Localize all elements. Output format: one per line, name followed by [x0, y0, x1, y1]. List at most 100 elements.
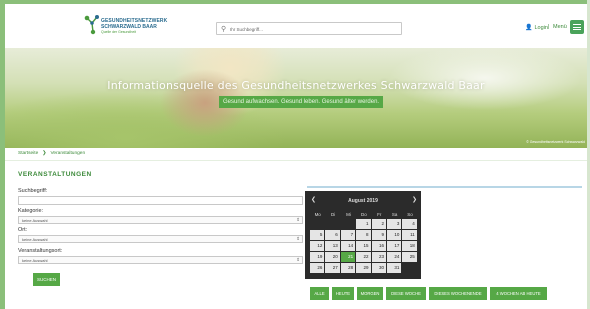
network-logo-icon: [84, 15, 99, 35]
hero-banner: Informationsquelle des Gesundheitsnetzwe…: [5, 48, 587, 148]
search-term-label: Suchbegriff:: [18, 188, 48, 194]
login-link[interactable]: 👤 Login: [525, 24, 548, 31]
filter-button-4-wochen-ab-heute[interactable]: 4 WOCHEN AB HEUTE: [490, 287, 547, 300]
calendar-day[interactable]: 21: [340, 252, 356, 262]
category-label: Kategorie:: [18, 208, 44, 214]
calendar-day[interactable]: 17: [386, 241, 402, 251]
breadcrumb-home[interactable]: Startseite: [18, 151, 38, 156]
calendar-day[interactable]: 9: [371, 230, 386, 240]
calendar-week-row: 26 27 28 29 30 31: [310, 263, 418, 274]
breadcrumb-current[interactable]: Veranstaltungen: [50, 151, 85, 156]
image-credit: © Gesundheitsnetzwerk Schwarzwald: [526, 140, 585, 144]
site-search: ⚲: [216, 22, 402, 35]
calendar-day[interactable]: 10: [386, 230, 402, 240]
event-calendar: ❮ August 2019 ❯ Mo Di Mi Do Fr Sa So 123456789…: [305, 191, 421, 279]
calendar-day[interactable]: 24: [386, 252, 402, 262]
calendar-day[interactable]: 6: [325, 230, 340, 240]
filter-button-morgen[interactable]: MORGEN: [357, 287, 383, 300]
calendar-day[interactable]: 26: [310, 263, 325, 273]
calendar-day[interactable]: 19: [310, 252, 325, 262]
logo-tagline: Quelle der Gesundheit: [101, 30, 137, 34]
calendar-week-row: 12 13 14 15 16 17 18: [310, 241, 418, 252]
calendar-day[interactable]: 28: [340, 263, 356, 273]
filter-button-dieses-wochenende[interactable]: DIESES WOCHENENDE: [429, 287, 487, 300]
weekday-label: So: [407, 212, 413, 217]
calendar-accent-bar: [307, 186, 582, 188]
divider: [5, 160, 587, 161]
venue-label: Veranstaltungsort:: [18, 248, 63, 254]
filter-button-diese-woche[interactable]: DIESE WOCHE: [386, 287, 426, 300]
calendar-empty-cell: [341, 219, 355, 229]
calendar-month-title: August 2019: [348, 198, 378, 204]
login-label: Login: [534, 25, 548, 31]
site-header: GESUNDHEITSNETZWERK SCHWARZWALD BAAR Que…: [5, 4, 587, 48]
hamburger-bar: [573, 29, 581, 31]
calendar-day[interactable]: 22: [356, 252, 371, 262]
calendar-day[interactable]: 12: [310, 241, 325, 251]
calendar-day[interactable]: 31: [386, 263, 402, 273]
hero-title: Informationsquelle des Gesundheitsnetzwe…: [107, 79, 485, 92]
select-arrows-icon: ⇕: [296, 217, 300, 222]
calendar-grid: Mo Di Mi Do Fr Sa So 1 2 3 4 5 6 7 8 9 10 11 12 13 14 15 16 17…: [310, 210, 418, 274]
calendar-week-row: 19 20 21 22 23 24 25: [310, 252, 418, 263]
place-select-value: keine Auswahl: [22, 237, 48, 242]
calendar-day[interactable]: 5: [310, 230, 325, 240]
calendar-day[interactable]: 14: [340, 241, 356, 251]
calendar-day[interactable]: 1: [356, 219, 371, 229]
category-select[interactable]: keine Auswahl ⇕: [18, 216, 303, 224]
calendar-empty-cell: [310, 219, 324, 229]
calendar-week-row: 5 6 7 8 9 10 11: [310, 230, 418, 241]
header-separator: |: [548, 24, 550, 30]
calendar-day[interactable]: 15: [356, 241, 371, 251]
calendar-empty-cell: [402, 263, 416, 273]
breadcrumb: Startseite ❯ Veranstaltungen: [18, 150, 85, 156]
hero-tagline: Gesund aufwachsen. Gesund leben. Gesund …: [219, 96, 384, 108]
weekday-label: Sa: [391, 212, 398, 217]
search-term-input[interactable]: [18, 196, 303, 205]
place-select[interactable]: keine Auswahl ⇕: [18, 235, 303, 243]
calendar-day[interactable]: 27: [325, 263, 340, 273]
calendar-weekdays: Mo Di Mi Do Fr Sa So: [310, 210, 418, 219]
calendar-day[interactable]: 20: [325, 252, 340, 262]
search-icon[interactable]: ⚲: [221, 25, 226, 33]
hamburger-bar: [573, 24, 581, 26]
calendar-day[interactable]: 2: [371, 219, 386, 229]
user-icon: 👤: [525, 25, 533, 31]
calendar-day[interactable]: 8: [356, 230, 371, 240]
site-logo[interactable]: GESUNDHEITSNETZWERK SCHWARZWALD BAAR Que…: [83, 14, 183, 40]
calendar-day[interactable]: 29: [356, 263, 371, 273]
calendar-day[interactable]: 18: [402, 241, 417, 251]
calendar-day[interactable]: 13: [325, 241, 340, 251]
calendar-day[interactable]: 7: [340, 230, 356, 240]
weekday-label: Mo: [314, 212, 321, 217]
calendar-day[interactable]: 25: [402, 252, 417, 262]
select-arrows-icon: ⇕: [296, 257, 300, 262]
calendar-day[interactable]: 23: [371, 252, 386, 262]
next-month-icon[interactable]: ❯: [412, 196, 417, 203]
place-label: Ort:: [18, 227, 28, 233]
weekday-label: Do: [360, 212, 367, 217]
filter-button-heute[interactable]: HEUTE: [332, 287, 354, 300]
calendar-day[interactable]: 4: [402, 219, 417, 229]
calendar-day[interactable]: 16: [371, 241, 386, 251]
menu-label[interactable]: Menü: [553, 24, 567, 30]
site-search-input[interactable]: [230, 24, 390, 34]
calendar-week-row: 1234: [310, 219, 418, 230]
search-submit-button[interactable]: SUCHEN: [33, 273, 60, 286]
calendar-day[interactable]: 3: [386, 219, 402, 229]
select-arrows-icon: ⇕: [296, 236, 300, 241]
chevron-right-icon: ❯: [42, 150, 47, 156]
weekday-label: Fr: [377, 212, 382, 217]
weekday-label: Di: [330, 212, 336, 217]
hamburger-menu-button[interactable]: [570, 20, 584, 34]
weekday-label: Mi: [346, 212, 351, 217]
category-select-value: keine Auswahl: [22, 218, 48, 223]
hamburger-bar: [573, 26, 581, 28]
page-title: VERANSTALTUNGEN: [18, 171, 92, 178]
venue-select[interactable]: keine Auswahl ⇕: [18, 256, 303, 264]
calendar-day[interactable]: 11: [402, 230, 417, 240]
calendar-day[interactable]: 30: [371, 263, 386, 273]
calendar-empty-cell: [325, 219, 339, 229]
calendar-header: ❮ August 2019 ❯: [306, 192, 420, 209]
filter-button-alle[interactable]: ALLE: [310, 287, 329, 300]
